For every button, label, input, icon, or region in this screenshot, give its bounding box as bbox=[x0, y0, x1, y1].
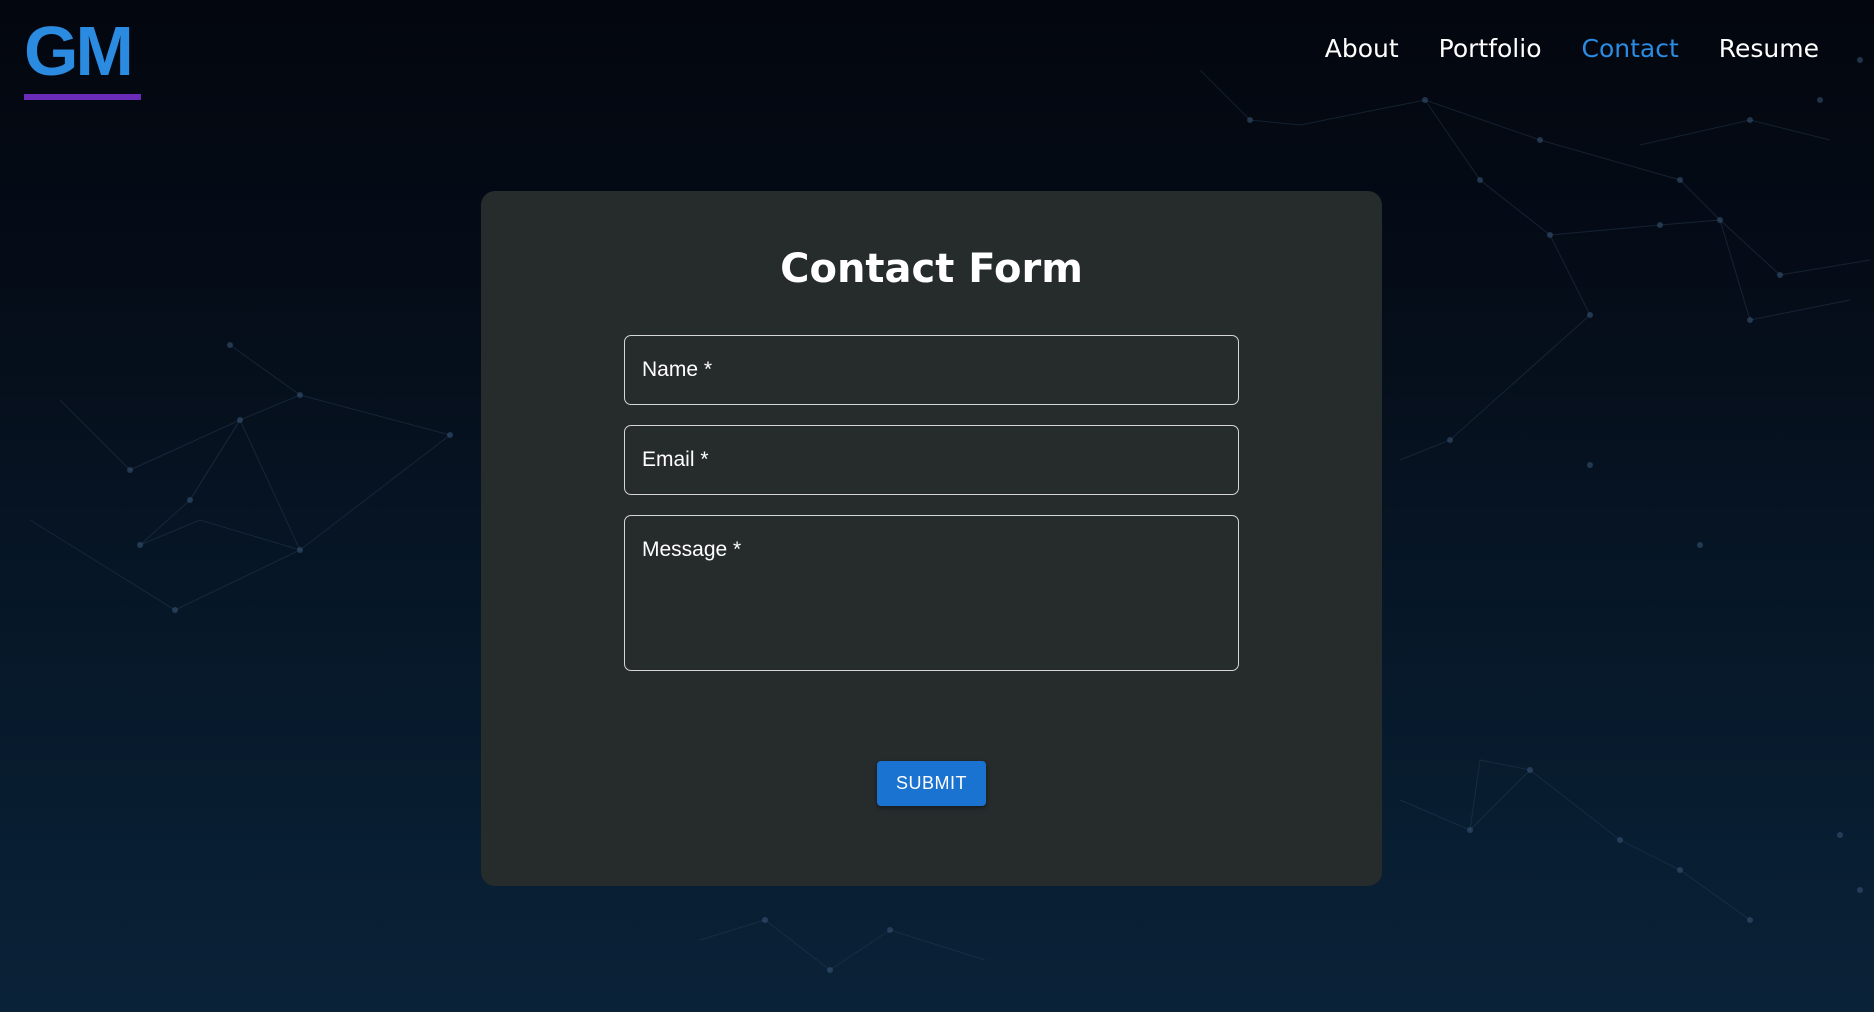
nav-link-portfolio[interactable]: Portfolio bbox=[1439, 34, 1542, 63]
name-field-label: Name * bbox=[642, 358, 713, 381]
nav-link-resume[interactable]: Resume bbox=[1719, 34, 1819, 63]
submit-button[interactable]: SUBMIT bbox=[877, 761, 986, 806]
nav-link-contact[interactable]: Contact bbox=[1582, 34, 1679, 63]
logo[interactable]: GM bbox=[24, 12, 142, 100]
logo-text: GM bbox=[24, 12, 134, 90]
message-field[interactable]: Message * bbox=[624, 515, 1239, 671]
email-field-label: Email * bbox=[642, 448, 709, 471]
message-field-label: Message * bbox=[642, 538, 742, 561]
name-field[interactable]: Name * bbox=[624, 335, 1239, 405]
email-field[interactable]: Email * bbox=[624, 425, 1239, 495]
main-nav: About Portfolio Contact Resume bbox=[1325, 34, 1819, 63]
nav-link-about[interactable]: About bbox=[1325, 34, 1399, 63]
logo-underline bbox=[24, 94, 141, 100]
site-header: GM About Portfolio Contact Resume bbox=[0, 0, 1874, 110]
contact-form-title: Contact Form bbox=[780, 246, 1083, 292]
contact-form-card: Contact Form Name * Email * Message * SU… bbox=[481, 191, 1382, 886]
